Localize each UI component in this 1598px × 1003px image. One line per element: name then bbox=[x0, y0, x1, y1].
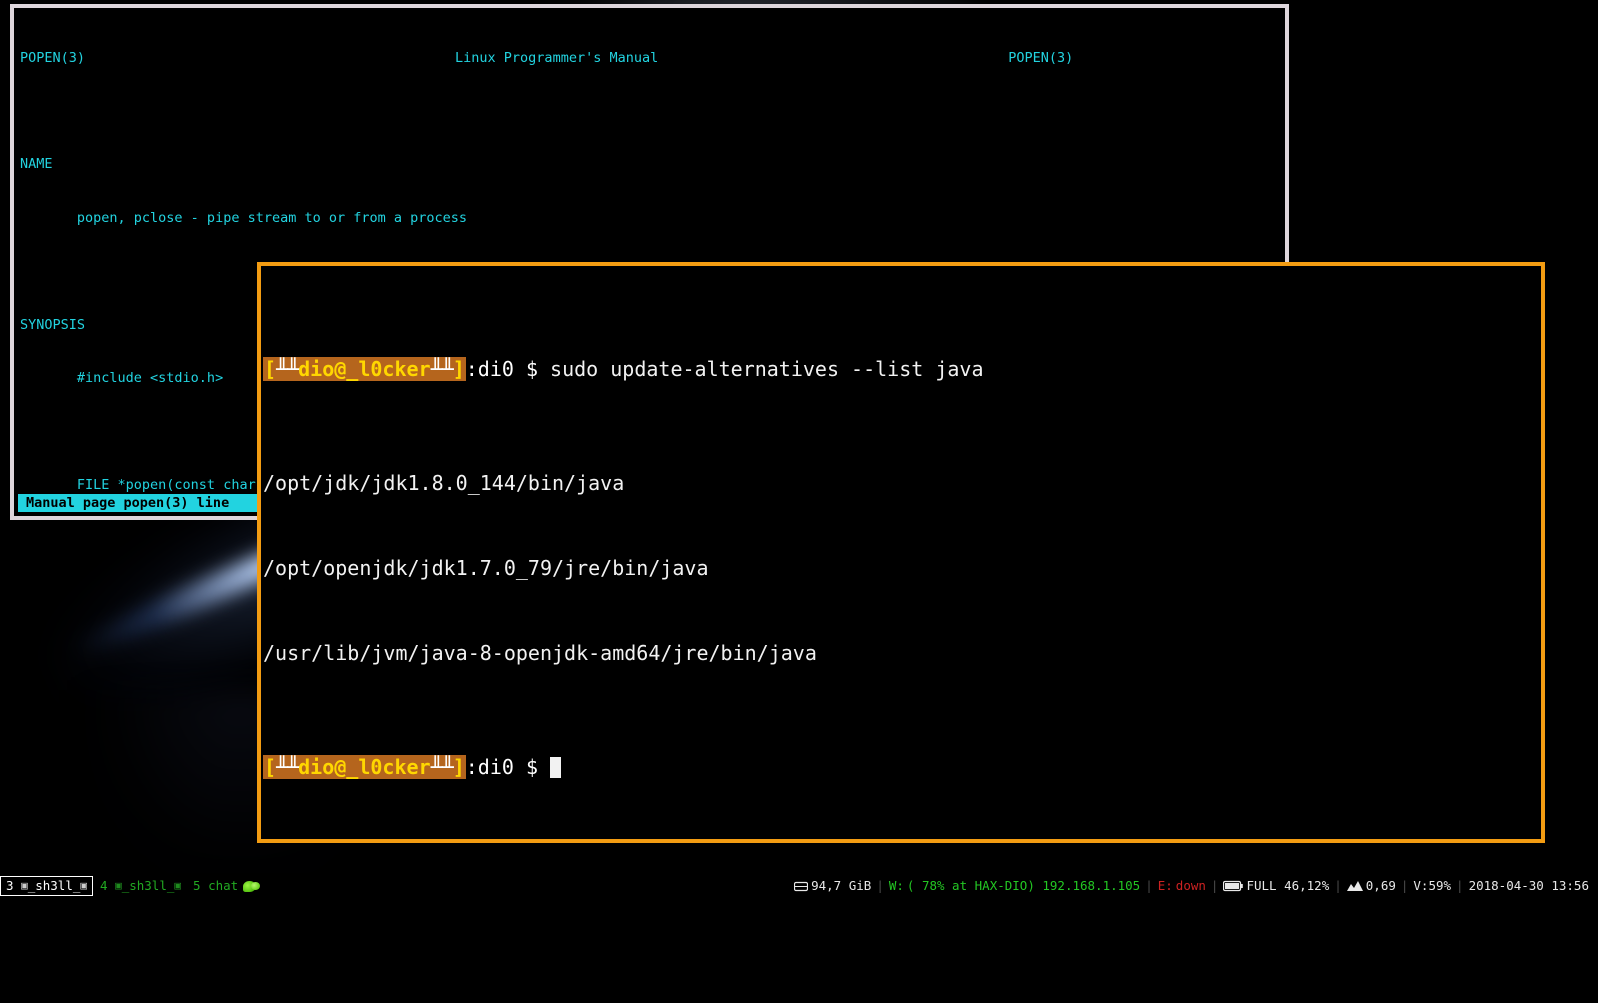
workspace-num: 4 bbox=[100, 878, 108, 893]
prompt-open-bracket: [ bbox=[264, 754, 277, 779]
disk-usage-value: 94,7 GiB bbox=[811, 878, 872, 893]
system-tray: 94,7 GiB | W:( 78% at HAX-DIO) 192.168.1… bbox=[789, 873, 1594, 899]
datetime-value: 2018-04-30 13:56 bbox=[1468, 878, 1589, 893]
load-value: 0,69 bbox=[1365, 878, 1396, 893]
workspace-3[interactable]: 3 ▣ _sh3ll_ ▣ bbox=[0, 876, 93, 896]
ethernet-item: E: down bbox=[1153, 873, 1211, 899]
wifi-value: ( 78% at HAX-DIO) 192.168.1.105 bbox=[906, 878, 1141, 893]
shell-prompt-tag: [╨╨dio@_l0cker╨╨] bbox=[263, 754, 466, 779]
workspace-label: _sh3ll_ bbox=[121, 878, 175, 893]
battery-item: FULL 46,12% bbox=[1218, 873, 1334, 899]
prompt-close-bracket: ] bbox=[452, 754, 465, 779]
man-body-blank bbox=[14, 103, 1285, 121]
workspace-list: 3 ▣ _sh3ll_ ▣ 4 ▣ _sh3ll_ ▣ 5 chat bbox=[0, 873, 267, 899]
wifi-label: W: bbox=[888, 878, 904, 893]
disk-icon bbox=[794, 881, 809, 892]
workspace-num: 3 bbox=[6, 878, 14, 893]
workspace-icon-left: ▣ bbox=[21, 879, 28, 892]
terminal-content[interactable]: [╨╨dio@_l0cker╨╨]:di0 $ sudo update-alte… bbox=[261, 266, 1541, 839]
volume-value: V:59% bbox=[1413, 878, 1452, 893]
workspace-label: chat bbox=[208, 878, 239, 893]
man-header-right: POPEN(3) bbox=[1008, 49, 1074, 66]
workspace-5-chat[interactable]: 5 chat bbox=[188, 876, 265, 896]
battery-value: FULL 46,12% bbox=[1246, 878, 1330, 893]
terminal-window[interactable]: [╨╨dio@_l0cker╨╨]:di0 $ sudo update-alte… bbox=[257, 262, 1545, 843]
clock-item: 2018-04-30 13:56 bbox=[1464, 873, 1594, 899]
prompt-deco-right-icon: ╨╨ bbox=[430, 357, 454, 382]
volume-item: V:59% bbox=[1408, 873, 1456, 899]
tray-separator: | bbox=[1210, 878, 1219, 893]
prompt-open-bracket: [ bbox=[264, 357, 277, 382]
terminal-active-prompt-line[interactable]: [╨╨dio@_l0cker╨╨]:di0 $ bbox=[263, 753, 1541, 781]
prompt-user-host: dio@_l0cker bbox=[298, 754, 431, 779]
prompt-deco-left-icon: ╨╨ bbox=[276, 754, 299, 779]
terminal-output-line: /opt/jdk/jdk1.8.0_144/bin/java bbox=[263, 470, 625, 495]
workspace-num: 5 bbox=[193, 878, 201, 893]
prompt-deco-right-icon: ╨╨ bbox=[430, 754, 454, 779]
tray-separator: | bbox=[876, 878, 884, 893]
status-bar: 3 ▣ _sh3ll_ ▣ 4 ▣ _sh3ll_ ▣ 5 chat 94,7 GiB … bbox=[0, 873, 1598, 899]
prompt-user-host: dio@_l0cker bbox=[298, 357, 431, 382]
tray-separator: | bbox=[1400, 878, 1409, 893]
prompt-close-bracket: ] bbox=[452, 357, 465, 382]
man-header-row: POPEN(3) Linux Programmer's Manual POPEN(3… bbox=[14, 50, 1285, 68]
shell-prompt-tag: [╨╨dio@_l0cker╨╨] bbox=[263, 357, 466, 382]
ethernet-label: E: bbox=[1157, 878, 1173, 893]
man-header-left: POPEN(3) bbox=[20, 49, 86, 66]
wifi-item: W:( 78% at HAX-DIO) 192.168.1.105 bbox=[884, 873, 1145, 899]
workspace-label: _sh3ll_ bbox=[27, 878, 81, 893]
prompt-suffix: :di0 $ bbox=[465, 754, 551, 779]
terminal-command-line: [╨╨dio@_l0cker╨╨]:di0 $ sudo update-alte… bbox=[263, 355, 1541, 383]
man-line: popen, pclose - pipe stream to or from a… bbox=[20, 209, 468, 226]
workspace-icon-right: ▣ bbox=[174, 879, 181, 892]
disk-usage-item: 94,7 GiB bbox=[789, 873, 876, 899]
ethernet-value: down bbox=[1175, 878, 1206, 893]
tray-separator: | bbox=[1456, 878, 1464, 893]
chat-bubble-small-icon bbox=[251, 882, 261, 890]
workspace-4[interactable]: 4 ▣ _sh3ll_ ▣ bbox=[95, 876, 186, 896]
prompt-deco-left-icon: ╨╨ bbox=[276, 357, 299, 382]
battery-icon bbox=[1223, 880, 1244, 892]
workspace-icon-left: ▣ bbox=[115, 879, 122, 892]
tray-separator: | bbox=[1145, 878, 1153, 893]
tray-separator: | bbox=[1334, 878, 1342, 893]
man-line: NAME bbox=[20, 156, 53, 173]
prompt-suffix: :di0 $ bbox=[465, 357, 551, 382]
load-item: 0,69 bbox=[1342, 873, 1401, 899]
terminal-output-line: /usr/lib/jvm/java-8-openjdk-amd64/jre/bi… bbox=[263, 641, 817, 666]
terminal-output-line: /opt/openjdk/jdk1.7.0_79/jre/bin/java bbox=[263, 556, 709, 581]
man-header-center: Linux Programmer's Manual bbox=[455, 49, 659, 66]
terminal-cursor bbox=[550, 756, 562, 778]
workspace-icon-right: ▣ bbox=[80, 879, 87, 892]
terminal-command-text: sudo update-alternatives --list java bbox=[550, 357, 984, 382]
load-chart-icon bbox=[1346, 881, 1363, 891]
man-status-line: Manual page popen(3) line bbox=[18, 494, 268, 512]
